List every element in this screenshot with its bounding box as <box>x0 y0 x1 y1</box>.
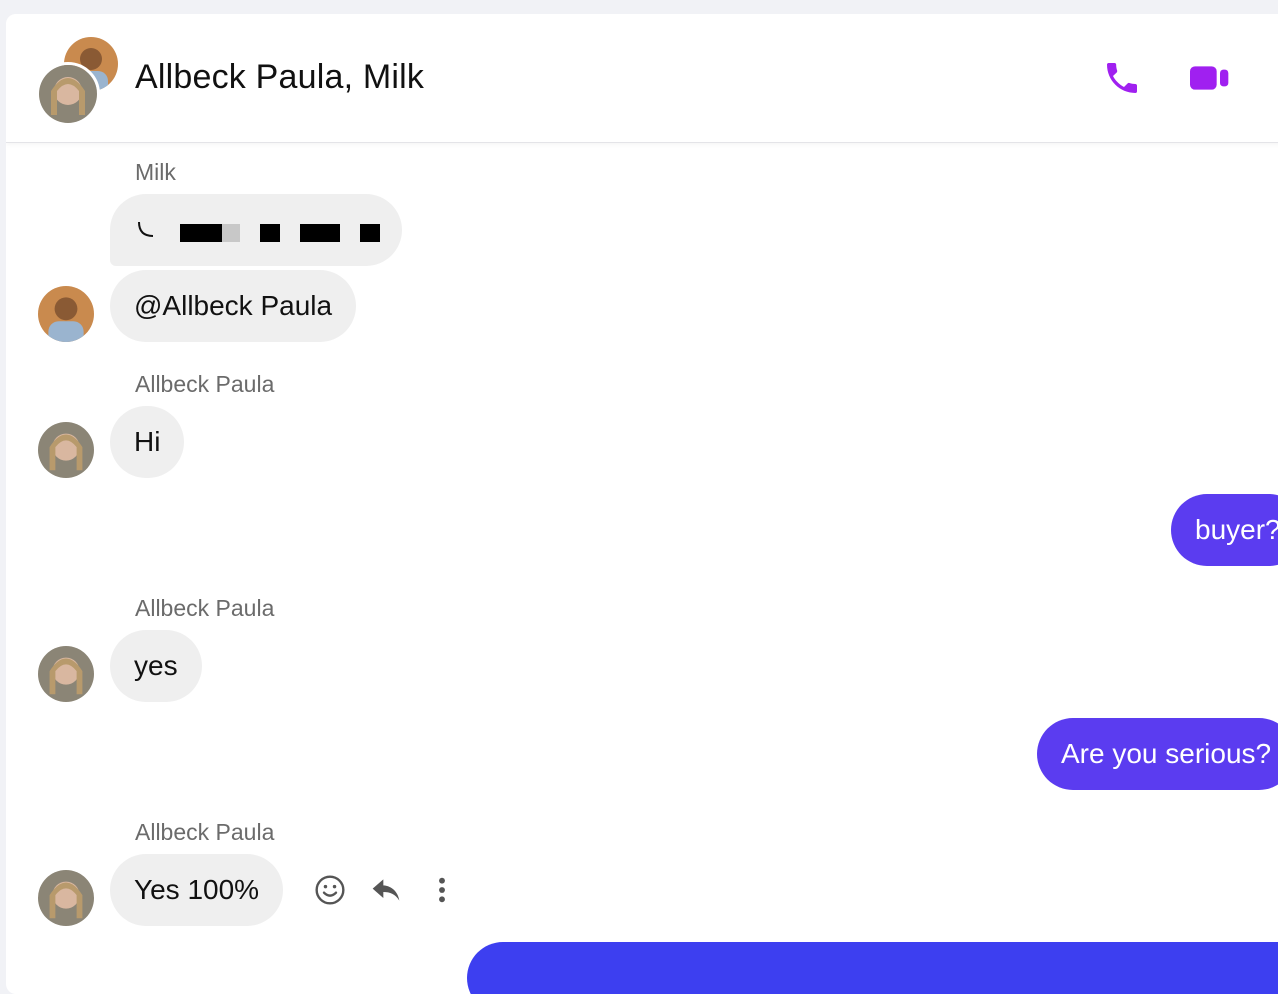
reply-icon <box>372 879 400 901</box>
avatar-allbeck-paula[interactable] <box>38 422 94 478</box>
reply-button[interactable] <box>368 872 404 908</box>
video-camera-icon <box>1190 66 1229 90</box>
redaction-block <box>300 224 340 242</box>
own-message-bubble[interactable]: buyer? <box>1171 494 1278 566</box>
sender-name: Milk <box>135 159 176 185</box>
own-message-bubble[interactable]: Are you serious? <box>1037 718 1278 790</box>
message-bubble[interactable]: yes <box>110 630 202 702</box>
conversation-title: Allbeck Paula, Milk <box>135 58 425 96</box>
react-emoji-button[interactable] <box>312 872 348 908</box>
chat-window: Allbeck Paula, Milk Milk @Allbeck Paula … <box>6 14 1278 994</box>
message-bubble[interactable]: Hi <box>110 406 185 478</box>
redacted-message-bubble[interactable] <box>110 194 402 266</box>
redaction-block <box>360 224 380 242</box>
own-message-bubble[interactable] <box>467 942 1278 994</box>
call-button[interactable] <box>1098 54 1146 102</box>
redaction-block <box>222 224 240 242</box>
redaction-block <box>180 224 222 242</box>
sender-name: Allbeck Paula <box>135 819 275 845</box>
sender-name: Allbeck Paula <box>135 595 275 621</box>
sender-name: Allbeck Paula <box>135 371 275 397</box>
phone-icon <box>1107 63 1137 93</box>
video-call-button[interactable] <box>1186 54 1234 102</box>
avatar-allbeck-paula[interactable] <box>38 870 94 926</box>
more-options-button[interactable] <box>424 872 460 908</box>
message-bubble[interactable]: Yes 100% <box>110 854 284 926</box>
conversation-header: Allbeck Paula, Milk <box>6 14 1278 143</box>
avatar-allbeck-paula[interactable] <box>36 62 100 126</box>
smiley-icon <box>315 875 345 905</box>
avatar-allbeck-paula[interactable] <box>38 646 94 702</box>
redaction-block <box>260 224 280 242</box>
avatar-milk[interactable] <box>38 286 94 342</box>
loading-icon <box>138 221 154 237</box>
message-bubble[interactable]: @Allbeck Paula <box>110 270 357 342</box>
more-vertical-icon <box>439 877 445 903</box>
